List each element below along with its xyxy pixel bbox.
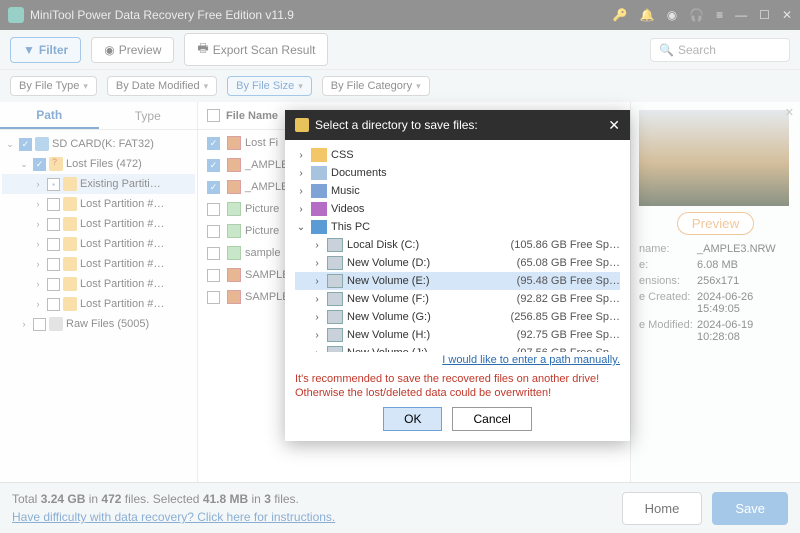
video-icon (311, 202, 327, 216)
directory-row[interactable]: › New Volume (G:)(256.85 GB Free Sp… (295, 308, 620, 326)
chevron-icon[interactable]: › (311, 312, 323, 323)
directory-row[interactable]: ⌄ This PC (295, 218, 620, 236)
directory-label: New Volume (J:) (347, 347, 517, 352)
directory-row[interactable]: › Videos (295, 200, 620, 218)
directory-label: New Volume (H:) (347, 329, 517, 341)
directory-label: This PC (331, 221, 620, 233)
dialog-close-icon[interactable]: ✕ (608, 117, 620, 134)
directory-label: New Volume (F:) (347, 293, 517, 305)
directory-row[interactable]: › New Volume (E:)(95.48 GB Free Sp… (295, 272, 620, 290)
drive-icon (327, 292, 343, 306)
chevron-icon[interactable]: ⌄ (295, 222, 307, 233)
directory-row[interactable]: › New Volume (F:)(92.82 GB Free Sp… (295, 290, 620, 308)
drive-icon (327, 310, 343, 324)
directory-label: New Volume (D:) (347, 257, 517, 269)
directory-row[interactable]: › New Volume (D:)(65.08 GB Free Sp… (295, 254, 620, 272)
chevron-icon[interactable]: › (311, 330, 323, 341)
doc-icon (311, 166, 327, 180)
chevron-icon[interactable]: › (311, 240, 323, 251)
chevron-icon[interactable]: › (311, 294, 323, 305)
free-space: (92.75 GB Free Sp… (517, 329, 620, 341)
directory-label: Music (331, 185, 620, 197)
chevron-icon[interactable]: › (311, 348, 323, 353)
directory-label: Videos (331, 203, 620, 215)
ok-button[interactable]: OK (383, 407, 442, 431)
drive-icon (327, 274, 343, 288)
drive-icon (327, 238, 343, 252)
chevron-icon[interactable]: › (295, 150, 307, 161)
chevron-icon[interactable]: › (295, 186, 307, 197)
pc-icon (311, 220, 327, 234)
directory-label: Documents (331, 167, 620, 179)
free-space: (97.56 GB Free Sp… (517, 347, 620, 352)
directory-row[interactable]: › CSS (295, 146, 620, 164)
dialog-icon (295, 118, 309, 132)
directory-row[interactable]: › New Volume (H:)(92.75 GB Free Sp… (295, 326, 620, 344)
chevron-icon[interactable]: › (295, 204, 307, 215)
dialog-titlebar: Select a directory to save files: ✕ (285, 110, 630, 140)
directory-row[interactable]: › Local Disk (C:)(105.86 GB Free Sp… (295, 236, 620, 254)
directory-tree[interactable]: › CSS › Documents › Music › Videos ⌄ This PC › Loca… (295, 146, 620, 352)
chevron-icon[interactable]: › (311, 258, 323, 269)
directory-label: New Volume (E:) (347, 275, 517, 287)
free-space: (92.82 GB Free Sp… (517, 293, 620, 305)
directory-label: Local Disk (C:) (347, 239, 511, 251)
manual-path-link[interactable]: I would like to enter a path manually. (442, 354, 620, 366)
directory-row[interactable]: › Music (295, 182, 620, 200)
free-space: (256.85 GB Free Sp… (511, 311, 620, 323)
music-icon (311, 184, 327, 198)
free-space: (95.48 GB Free Sp… (517, 275, 620, 287)
drive-icon (327, 256, 343, 270)
save-directory-dialog: Select a directory to save files: ✕ › CSS… (285, 110, 630, 441)
warning-text: It's recommended to save the recovered f… (295, 372, 620, 401)
dialog-title: Select a directory to save files: (315, 118, 478, 132)
directory-label: New Volume (G:) (347, 311, 511, 323)
chevron-icon[interactable]: › (295, 168, 307, 179)
drive-icon (327, 328, 343, 342)
free-space: (65.08 GB Free Sp… (517, 257, 620, 269)
cancel-button[interactable]: Cancel (452, 407, 531, 431)
chevron-icon[interactable]: › (311, 276, 323, 287)
free-space: (105.86 GB Free Sp… (511, 239, 620, 251)
directory-row[interactable]: › Documents (295, 164, 620, 182)
folder-icon (311, 148, 327, 162)
directory-row[interactable]: › New Volume (J:)(97.56 GB Free Sp… (295, 344, 620, 352)
drive-icon (327, 346, 343, 352)
directory-label: CSS (331, 149, 620, 161)
